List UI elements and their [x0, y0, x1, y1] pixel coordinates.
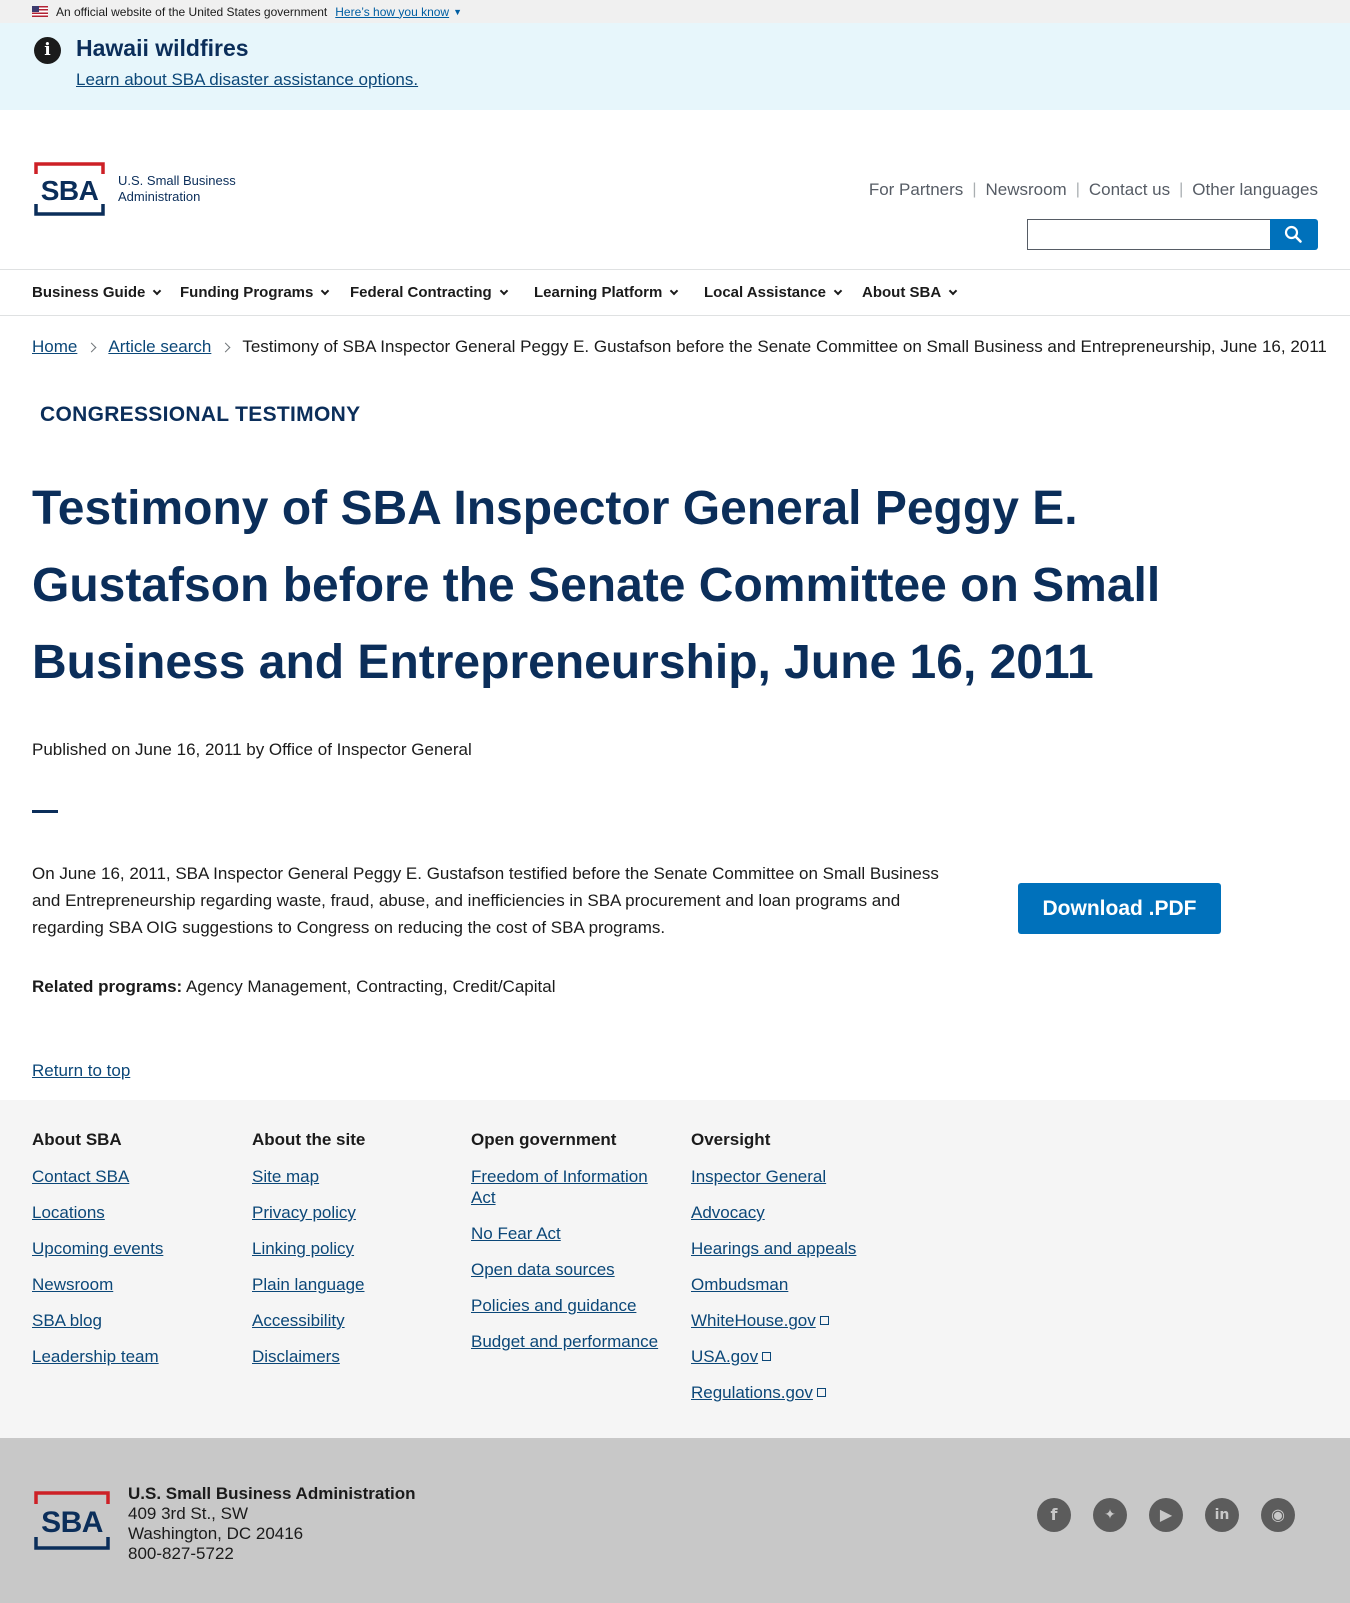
for-partners-link[interactable]: For Partners — [869, 180, 963, 200]
logo-text: U.S. Small Business Administration — [118, 173, 236, 204]
info-icon: i — [34, 37, 61, 64]
alert-link[interactable]: Learn about SBA disaster assistance opti… — [76, 70, 418, 90]
footer-link-disclaimers[interactable]: Disclaimers — [252, 1347, 340, 1366]
related-programs: Related programs: Agency Management, Con… — [32, 977, 555, 997]
footer-col-about-sba: About SBA Contact SBA Locations Upcoming… — [32, 1130, 164, 1366]
nav-federal-contracting[interactable]: Federal Contracting — [350, 284, 508, 301]
footer-link-accessibility[interactable]: Accessibility — [252, 1311, 345, 1330]
footer-link-advocacy[interactable]: Advocacy — [691, 1203, 765, 1222]
footer-link-privacy-policy[interactable]: Privacy policy — [252, 1203, 356, 1222]
gov-banner: An official website of the United States… — [0, 0, 1350, 23]
footer-col-about-site: About the site Site map Privacy policy L… — [252, 1130, 366, 1366]
divider — [32, 810, 58, 813]
sba-logo[interactable]: SBA — [32, 160, 107, 218]
footer-col-oversight: Oversight Inspector General Advocacy Hea… — [691, 1130, 857, 1402]
chevron-right-icon — [220, 342, 231, 352]
footer-link-inspector-general[interactable]: Inspector General — [691, 1167, 826, 1186]
instagram-icon[interactable]: ◉ — [1261, 1498, 1295, 1532]
nav-local-assistance[interactable]: Local Assistance — [704, 284, 843, 301]
footer-col-open-government: Open government Freedom of Information A… — [471, 1130, 659, 1351]
nav-learning-platform[interactable]: Learning Platform — [534, 284, 679, 301]
footer-link-usa-gov[interactable]: USA.gov — [691, 1347, 772, 1366]
search-input[interactable] — [1027, 219, 1271, 250]
gov-banner-text: An official website of the United States… — [56, 4, 328, 19]
footer-link-locations[interactable]: Locations — [32, 1203, 105, 1222]
us-flag-icon — [32, 6, 48, 17]
footer-link-whitehouse[interactable]: WhiteHouse.gov — [691, 1311, 829, 1330]
newsroom-link[interactable]: Newsroom — [985, 180, 1066, 200]
footer-link-policies[interactable]: Policies and guidance — [471, 1296, 636, 1315]
footer-links: About SBA Contact SBA Locations Upcoming… — [0, 1100, 1350, 1438]
footer-bottom: SBA U.S. Small Business Administration 4… — [0, 1438, 1350, 1603]
footer-link-sba-blog[interactable]: SBA blog — [32, 1311, 102, 1330]
published-info: Published on June 16, 2011 by Office of … — [32, 740, 472, 759]
return-to-top-link[interactable]: Return to top — [32, 1061, 130, 1081]
search-icon — [1284, 225, 1302, 243]
footer-link-regulations[interactable]: Regulations.gov — [691, 1383, 826, 1402]
main-nav: Business Guide Funding Programs Federal … — [0, 269, 1350, 316]
nav-funding-programs[interactable]: Funding Programs — [180, 284, 330, 301]
chevron-down-icon — [670, 286, 679, 296]
article-summary: On June 16, 2011, SBA Inspector General … — [32, 864, 939, 937]
chevron-down-icon — [833, 286, 843, 296]
footer-link-hearings-appeals[interactable]: Hearings and appeals — [691, 1239, 856, 1258]
breadcrumb-current: Testimony of SBA Inspector General Peggy… — [242, 337, 1327, 356]
breadcrumb: Home Article search Testimony of SBA Ins… — [32, 337, 1327, 357]
footer-link-plain-language[interactable]: Plain language — [252, 1275, 364, 1294]
footer-address: U.S. Small Business Administration 409 3… — [128, 1484, 416, 1563]
chevron-right-icon — [86, 342, 97, 352]
article-category: CONGRESSIONAL TESTIMONY — [40, 403, 361, 426]
footer-link-newsroom[interactable]: Newsroom — [32, 1275, 113, 1294]
chevron-down-icon — [499, 286, 508, 296]
nav-about-sba[interactable]: About SBA — [862, 284, 958, 301]
breadcrumb-home[interactable]: Home — [32, 337, 77, 357]
youtube-icon[interactable]: ▶ — [1149, 1498, 1183, 1532]
utility-nav: For Partners | Newsroom | Contact us | O… — [868, 180, 1318, 200]
footer-link-no-fear-act[interactable]: No Fear Act — [471, 1224, 561, 1243]
nav-business-guide[interactable]: Business Guide — [32, 284, 162, 301]
page-title: Testimony of SBA Inspector General Peggy… — [32, 482, 1161, 689]
footer-link-contact-sba[interactable]: Contact SBA — [32, 1167, 129, 1186]
sba-footer-logo[interactable]: SBA — [32, 1489, 112, 1552]
chevron-down-icon — [948, 286, 958, 296]
footer-link-leadership-team[interactable]: Leadership team — [32, 1347, 159, 1366]
related-programs-value: Agency Management, Contracting, Credit/C… — [186, 977, 556, 996]
search-button[interactable] — [1270, 219, 1318, 250]
footer-link-budget[interactable]: Budget and performance — [471, 1332, 658, 1351]
contact-us-link[interactable]: Contact us — [1089, 180, 1170, 200]
chevron-down-icon — [153, 286, 162, 296]
footer-link-upcoming-events[interactable]: Upcoming events — [32, 1239, 163, 1258]
breadcrumb-article-search[interactable]: Article search — [108, 337, 211, 357]
linkedin-icon[interactable]: in — [1205, 1498, 1239, 1532]
download-pdf-button[interactable]: Download .PDF — [1018, 883, 1221, 934]
external-link-icon — [816, 1388, 826, 1397]
footer-link-open-data[interactable]: Open data sources — [471, 1260, 615, 1279]
other-languages-link[interactable]: Other languages — [1192, 180, 1318, 200]
external-link-icon — [762, 1352, 772, 1361]
related-programs-label: Related programs: — [32, 977, 183, 996]
external-link-icon — [819, 1316, 829, 1325]
twitter-icon[interactable]: ✦ — [1093, 1498, 1127, 1532]
svg-text:SBA: SBA — [41, 1506, 103, 1539]
chevron-down-icon[interactable]: ▼ — [453, 7, 462, 17]
footer-link-ombudsman[interactable]: Ombudsman — [691, 1275, 788, 1294]
chevron-down-icon — [321, 286, 330, 296]
svg-text:SBA: SBA — [41, 175, 99, 206]
alert-banner: i Hawaii wildfires Learn about SBA disas… — [0, 23, 1350, 110]
footer-link-linking-policy[interactable]: Linking policy — [252, 1239, 354, 1258]
alert-title: Hawaii wildfires — [76, 35, 249, 61]
footer-link-foia[interactable]: Freedom of Information Act — [471, 1167, 648, 1207]
heres-how-you-know-link[interactable]: Here’s how you know — [335, 5, 449, 19]
facebook-icon[interactable]: f — [1037, 1498, 1071, 1532]
footer-link-site-map[interactable]: Site map — [252, 1167, 319, 1186]
